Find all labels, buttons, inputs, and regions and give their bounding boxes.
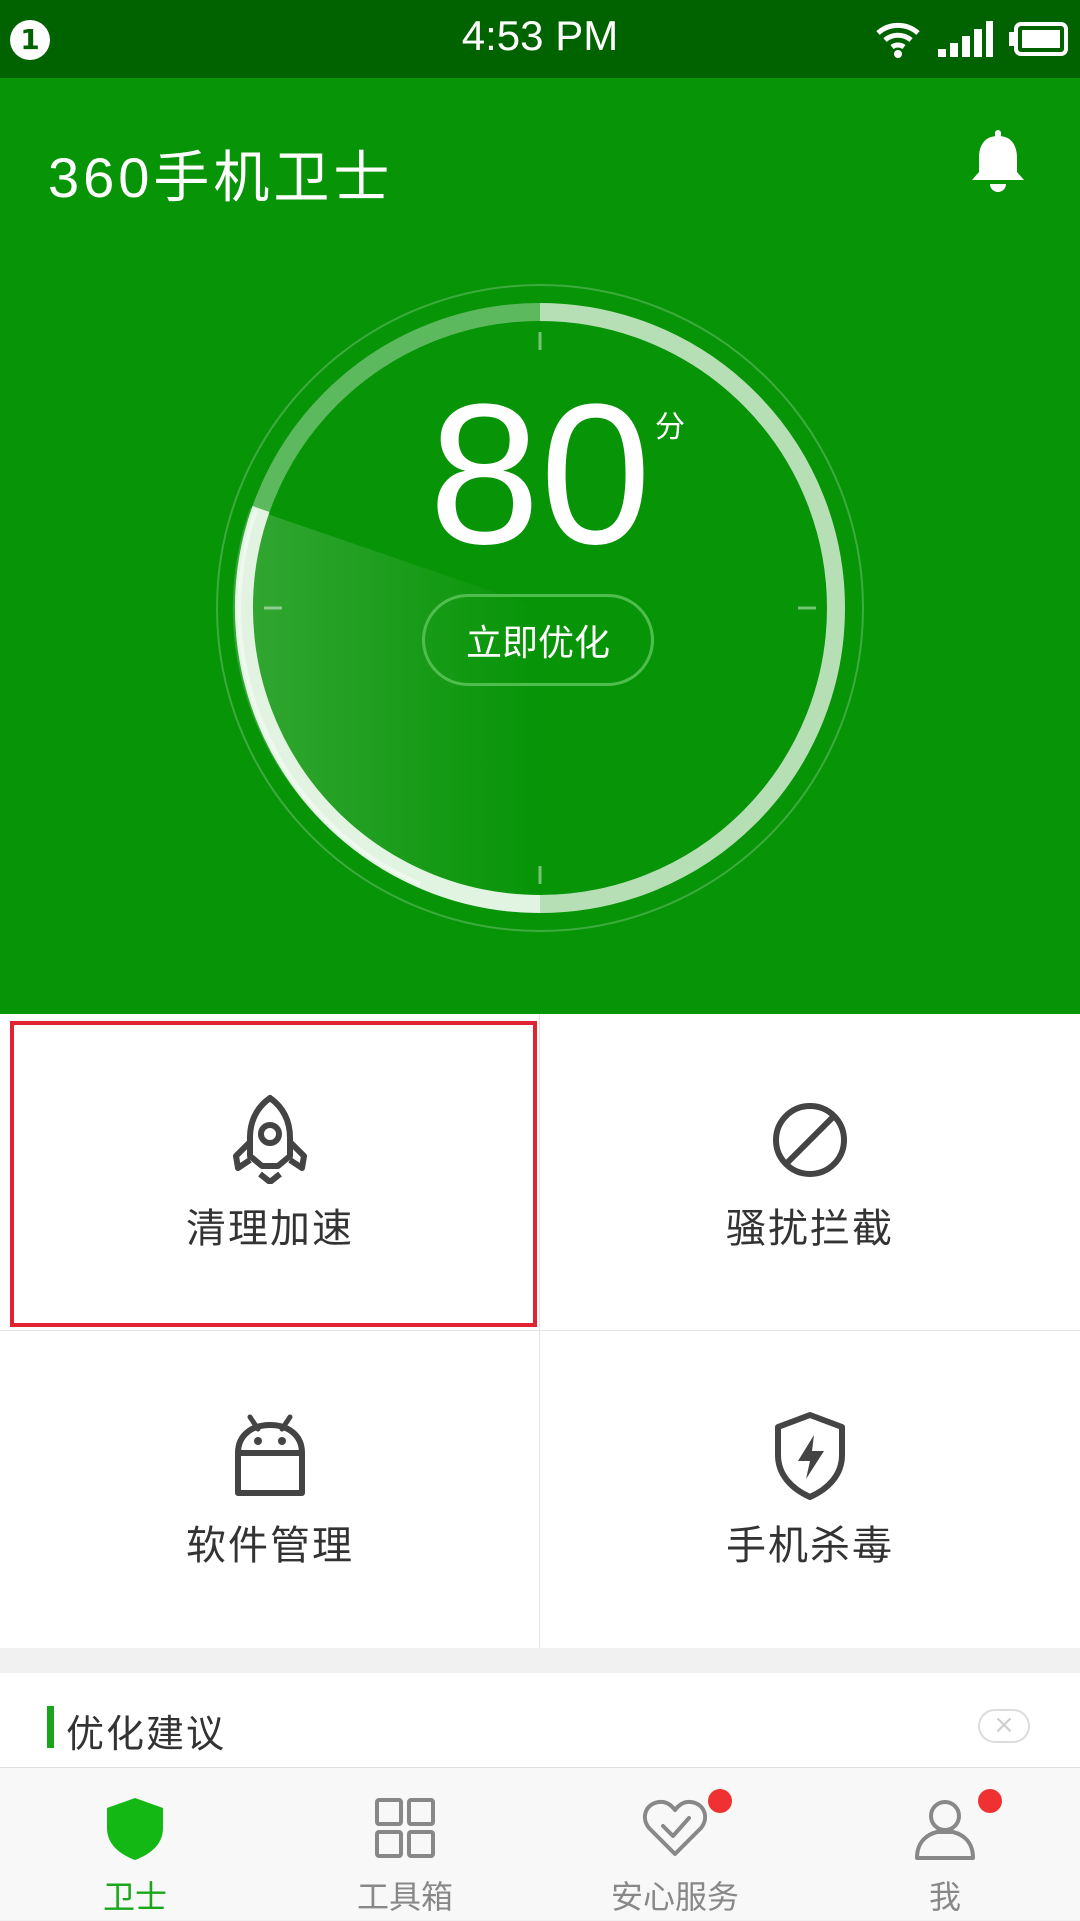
feature-antivirus[interactable]: 手机杀毒 <box>540 1331 1080 1647</box>
heart-check-icon <box>642 1799 708 1856</box>
tab-label: 工具箱 <box>356 1878 453 1916</box>
grid-icon <box>375 1798 435 1858</box>
grid-divider <box>539 1014 540 1648</box>
optimize-now-button[interactable]: 立即优化 <box>422 594 654 686</box>
tab-safe-service[interactable]: 安心服务 <box>540 1768 810 1921</box>
block-icon <box>773 1103 847 1177</box>
grid-divider <box>0 1330 1080 1331</box>
bottom-tab-bar: 卫士 工具箱 安心服务 我 <box>0 1767 1080 1920</box>
status-bar: 1 4:53 PM <box>0 0 1080 78</box>
app-logo: 360手机卫士 <box>48 146 394 209</box>
feature-grid: 清理加速 骚扰拦截 软件管理 手机杀毒 <box>0 1014 1080 1648</box>
shield-bolt-icon <box>775 1412 845 1500</box>
section-accent-bar <box>47 1706 54 1748</box>
tab-label: 我 <box>928 1878 961 1916</box>
score-unit: 分 <box>655 410 685 445</box>
suggestions-section: 优化建议 × <box>0 1673 1080 1767</box>
feature-label: 软件管理 <box>186 1523 354 1569</box>
feature-app-management[interactable]: 软件管理 <box>0 1331 540 1647</box>
wifi-icon <box>876 22 920 58</box>
tab-toolbox[interactable]: 工具箱 <box>270 1768 540 1921</box>
android-icon <box>235 1414 305 1496</box>
feature-harassment-block[interactable]: 骚扰拦截 <box>540 1014 1080 1330</box>
notification-dot <box>978 1789 1002 1813</box>
tab-me[interactable]: 我 <box>810 1768 1080 1921</box>
signal-icon <box>938 21 993 57</box>
feature-label: 手机杀毒 <box>726 1523 894 1569</box>
user-icon <box>915 1800 975 1860</box>
close-icon[interactable]: × <box>978 1709 1030 1743</box>
battery-icon <box>1009 22 1068 56</box>
bell-icon[interactable] <box>966 128 1030 198</box>
rocket-icon <box>233 1095 307 1184</box>
feature-clean-speedup[interactable]: 清理加速 <box>0 1014 540 1330</box>
tab-label: 卫士 <box>102 1878 167 1916</box>
suggestions-title: 优化建议 <box>66 1712 227 1756</box>
tab-guard[interactable]: 卫士 <box>0 1768 270 1921</box>
notification-dot <box>708 1789 732 1813</box>
shield-icon <box>107 1798 163 1860</box>
score-value: 80 <box>428 363 652 586</box>
feature-label: 清理加速 <box>186 1206 354 1252</box>
tab-label: 安心服务 <box>610 1878 739 1916</box>
feature-label: 骚扰拦截 <box>726 1206 894 1252</box>
